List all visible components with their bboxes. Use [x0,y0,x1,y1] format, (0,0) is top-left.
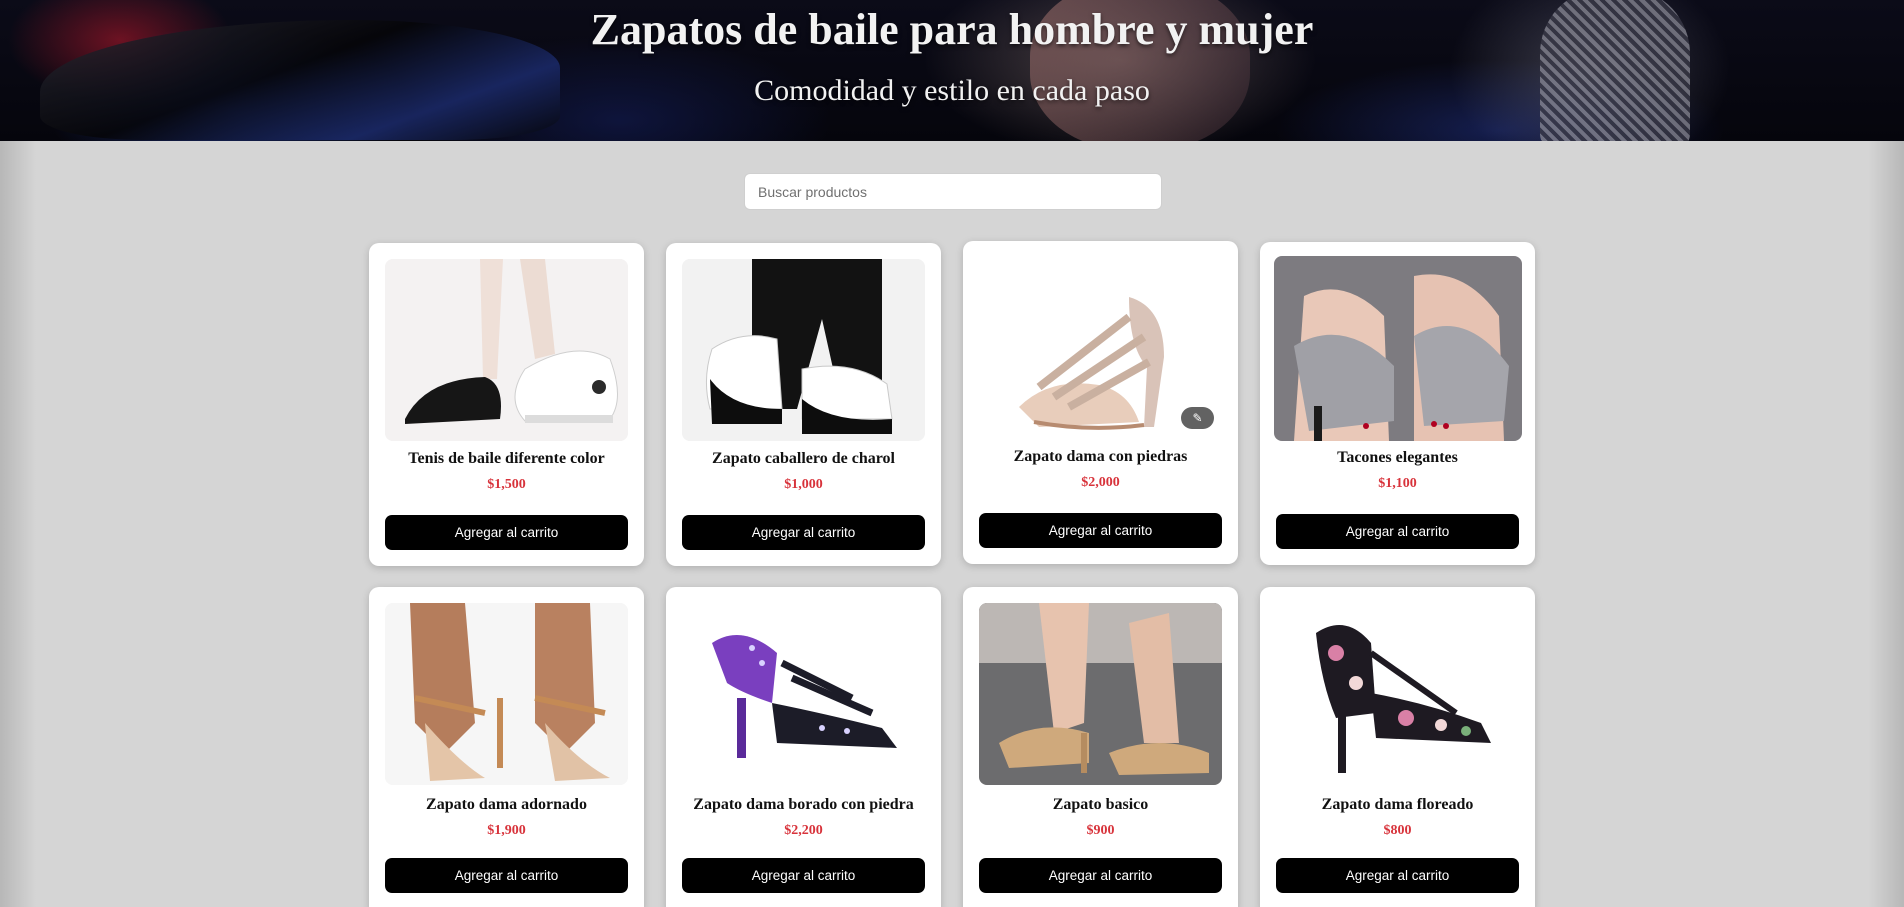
product-card: Zapato dama borado con piedra $2,200 Agr… [666,587,941,907]
product-image [1274,256,1522,441]
hero-subtitle: Comodidad y estilo en cada paso [754,74,1150,107]
page: Zapatos de baile para hombre y mujer Com… [0,0,1904,907]
product-image [1276,603,1519,785]
search-input[interactable] [744,173,1162,210]
add-to-cart-button[interactable]: Agregar al carrito [682,858,925,893]
product-name: Zapato dama con piedras [1013,448,1188,465]
product-price: $800 [1383,823,1412,838]
product-card: Zapato caballero de charol $1,000 Agrega… [666,243,941,566]
product-image [385,603,628,785]
product-price: $900 [1086,823,1115,838]
product-card: Zapato dama floreado $800 Agregar al car… [1260,587,1535,907]
basic-gold-heels-image [979,603,1222,785]
floral-heels-image [1276,603,1519,785]
product-card: Zapato dama adornado $1,900 Agregar al c… [369,587,644,907]
product-card: Tenis de baile diferente color $1,500 Ag… [369,243,644,566]
product-card: ✎ Zapato dama con piedras $2,000 Agregar… [963,241,1238,564]
product-price: $2,200 [784,823,823,838]
purple-rhinestone-heels-image [682,603,925,785]
elegant-heels-image [1274,256,1522,441]
product-name: Tacones elegantes [1337,449,1458,466]
add-to-cart-button[interactable]: Agregar al carrito [979,858,1222,893]
product-card: Tacones elegantes $1,100 Agregar al carr… [1260,242,1535,565]
product-name: Zapato basico [1052,796,1149,813]
product-image [385,259,628,441]
product-price: $1,900 [487,823,526,838]
product-card: Zapato basico $900 Agregar al carrito [963,587,1238,907]
add-to-cart-button[interactable]: Agregar al carrito [385,858,628,893]
product-price: $1,500 [487,477,526,492]
product-image [682,259,925,441]
magic-wand-icon[interactable]: ✎ [1181,407,1214,429]
product-image: ✎ [979,257,1222,439]
add-to-cart-button[interactable]: Agregar al carrito [1276,858,1519,893]
add-to-cart-button[interactable]: Agregar al carrito [979,513,1222,548]
search-bar [744,173,1162,210]
dance-sneakers-image [385,259,628,441]
product-name: Zapato dama floreado [1321,796,1474,813]
hero-title: Zapatos de baile para hombre y mujer [590,5,1314,54]
adorned-heels-image [385,603,628,785]
patent-leather-shoes-image [682,259,925,441]
product-image [682,603,925,785]
add-to-cart-button[interactable]: Agregar al carrito [385,515,628,550]
product-image [979,603,1222,785]
product-price: $1,000 [784,477,823,492]
product-name: Zapato dama borado con piedra [693,796,914,813]
product-price: $1,100 [1378,476,1417,491]
product-name: Zapato caballero de charol [712,450,895,467]
product-name: Zapato dama adornado [426,796,587,813]
hero-banner: Zapatos de baile para hombre y mujer Com… [0,0,1904,141]
product-price: $2,000 [1081,475,1120,490]
add-to-cart-button[interactable]: Agregar al carrito [682,515,925,550]
product-name: Tenis de baile diferente color [408,450,605,467]
add-to-cart-button[interactable]: Agregar al carrito [1276,514,1519,549]
